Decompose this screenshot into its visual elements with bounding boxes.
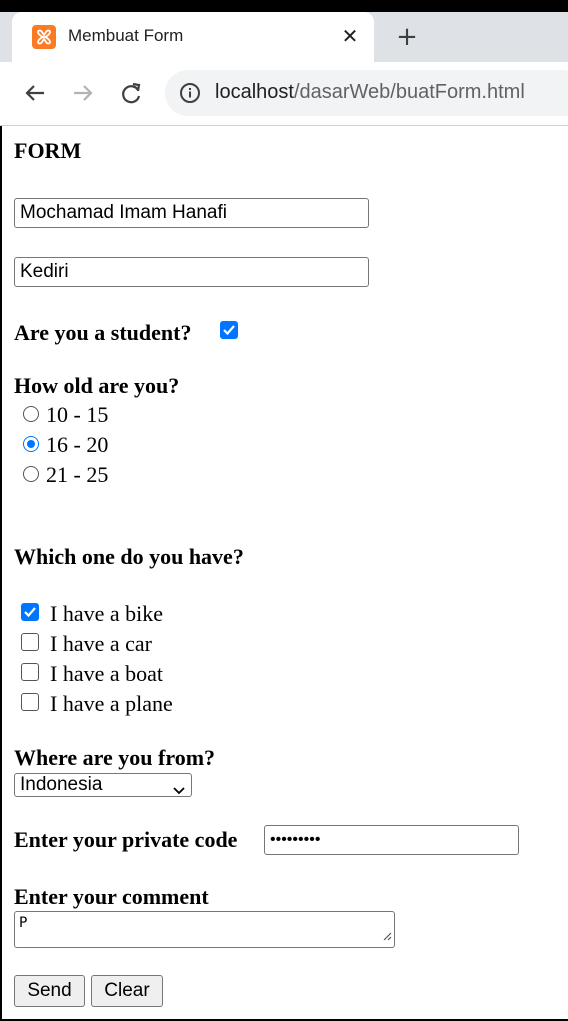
country-question: Where are you from?	[14, 745, 216, 770]
page-title: FORM	[14, 138, 82, 163]
bike-checkbox[interactable]	[21, 603, 39, 621]
code-label: Enter your private code	[14, 827, 238, 852]
browser-toolbar: localhost/dasarWeb/buatForm.html	[0, 62, 568, 126]
boat-checkbox[interactable]	[21, 663, 39, 681]
new-tab-icon[interactable]: +	[393, 24, 421, 52]
tab-title: Membuat Form	[68, 26, 184, 45]
window-top-edge	[0, 0, 568, 12]
url-text: localhost/dasarWeb/buatForm.html	[215, 81, 525, 104]
age-option-label: 10 - 15	[46, 402, 109, 427]
info-icon[interactable]	[179, 82, 201, 104]
vehicle-option-label: I have a bike	[50, 601, 163, 626]
tab-active[interactable]: Membuat Form ✕	[12, 12, 374, 62]
age-radio-10-15[interactable]	[23, 406, 39, 422]
xampp-icon	[32, 25, 56, 49]
private-code-input[interactable]: •••••••••	[264, 825, 519, 855]
vehicle-option-label: I have a car	[50, 631, 152, 656]
clear-button[interactable]: Clear	[91, 975, 163, 1007]
vehicle-question: Which one do you have?	[14, 544, 244, 569]
vehicle-option-label: I have a boat	[50, 661, 163, 686]
url-host: localhost	[215, 81, 294, 103]
student-question: Are you a student?	[14, 320, 192, 345]
back-arrow-icon[interactable]	[20, 78, 50, 108]
age-radio-16-20[interactable]	[23, 436, 39, 452]
age-option-label: 16 - 20	[46, 432, 109, 457]
age-question: How old are you?	[14, 373, 180, 398]
country-select-value: Indonesia	[20, 774, 103, 795]
address-bar[interactable]: localhost/dasarWeb/buatForm.html	[165, 70, 568, 116]
student-checkbox[interactable]	[220, 321, 238, 339]
send-button[interactable]: Send	[14, 975, 85, 1007]
vehicle-option-label: I have a plane	[50, 691, 173, 716]
close-tab-icon[interactable]: ✕	[338, 24, 362, 48]
plane-checkbox[interactable]	[21, 693, 39, 711]
city-input[interactable]: Kediri	[14, 257, 369, 287]
tab-strip: Membuat Form ✕ +	[0, 12, 568, 62]
age-radio-21-25[interactable]	[23, 466, 39, 482]
chevron-down-icon	[173, 780, 185, 802]
car-checkbox[interactable]	[21, 633, 39, 651]
country-select[interactable]: Indonesia	[14, 773, 192, 797]
url-path: /dasarWeb/buatForm.html	[293, 81, 525, 103]
resize-grip-icon[interactable]	[382, 929, 392, 945]
age-option-label: 21 - 25	[46, 462, 109, 487]
comment-label: Enter your comment	[14, 884, 209, 909]
comment-text: P	[19, 915, 28, 931]
name-input[interactable]: Mochamad Imam Hanafi	[14, 198, 369, 228]
comment-textarea[interactable]: P	[14, 911, 395, 948]
reload-icon[interactable]	[116, 78, 146, 108]
forward-arrow-icon[interactable]	[68, 78, 98, 108]
page-content: FORM Mochamad Imam Hanafi Kediri Are you…	[2, 126, 568, 1019]
